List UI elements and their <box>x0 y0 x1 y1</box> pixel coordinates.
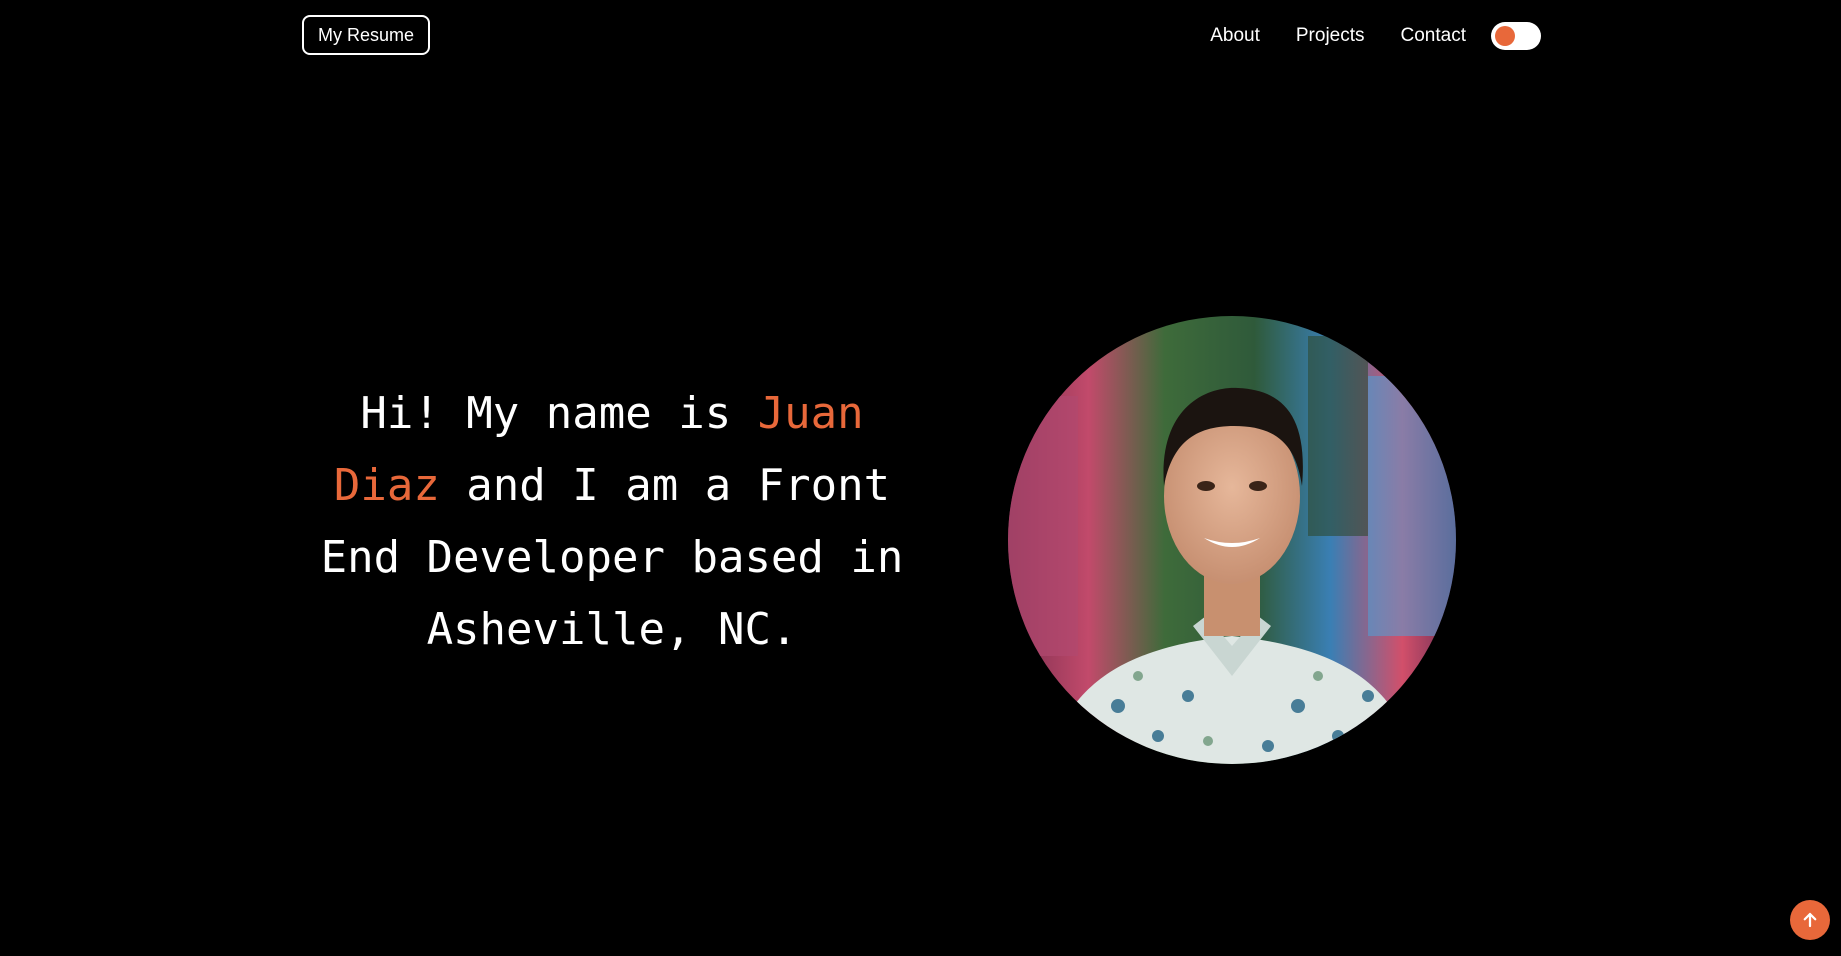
nav-link-about[interactable]: About <box>1210 25 1260 47</box>
nav-link-projects[interactable]: Projects <box>1296 25 1365 47</box>
profile-photo <box>1008 316 1456 764</box>
resume-button[interactable]: My Resume <box>302 15 430 55</box>
top-nav: About Projects Contact <box>1174 0 1541 72</box>
arrow-up-icon <box>1803 912 1817 928</box>
scroll-top-button[interactable] <box>1790 900 1830 940</box>
intro-text-before: Hi! My name is <box>360 388 758 439</box>
hero-intro: Hi! My name is Juan Diaz and I am a Fron… <box>302 378 922 666</box>
theme-toggle[interactable] <box>1491 22 1541 50</box>
toggle-knob <box>1495 26 1515 46</box>
nav-link-contact[interactable]: Contact <box>1401 25 1466 47</box>
page: My Resume About Projects Contact Hi! My … <box>0 0 1841 956</box>
